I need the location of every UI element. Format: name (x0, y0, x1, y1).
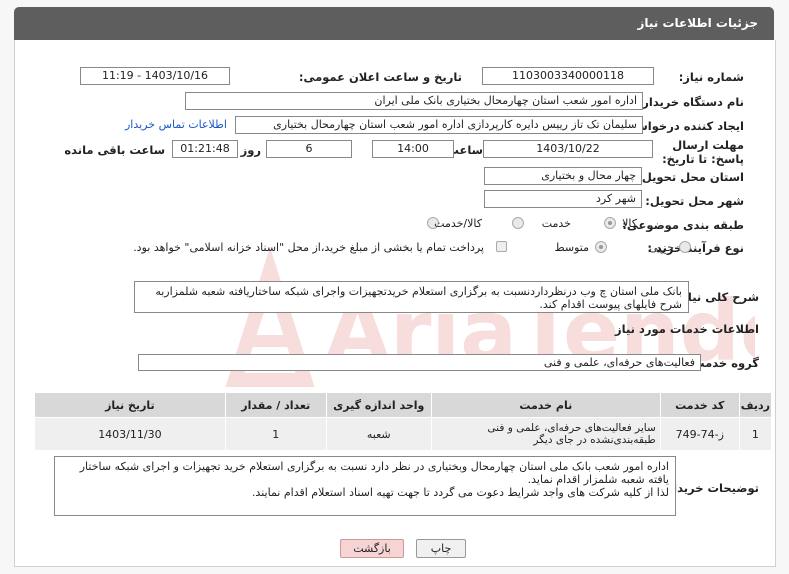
deadline-date-field[interactable]: 1403/10/22 (483, 140, 653, 158)
remaining-time-label: ساعت باقی مانده (64, 143, 165, 157)
treasury-payment-note: پرداخت تمام یا بخشی از مبلغ خرید،از محل … (133, 241, 484, 254)
buyer-notes-line-2: لذا از کلیه شرکت های واجد شرایط دعوت می … (251, 486, 669, 499)
deadline-label: مهلت ارسال پاسخ: تا تاریخ: (662, 138, 744, 166)
category-radio-service[interactable] (512, 217, 524, 229)
process-radio-medium[interactable] (595, 241, 607, 253)
creator-field[interactable]: سلیمان تک تاز رییس دایره کارپردازی اداره… (235, 116, 643, 134)
cell-quantity: 1 (224, 417, 327, 451)
cell-row-number: 1 (738, 417, 773, 451)
announce-date-field[interactable]: 1403/10/16 - 11:19 (80, 67, 230, 85)
category-radio-goods[interactable] (604, 217, 616, 229)
need-number-label: شماره نیاز: (678, 70, 744, 84)
col-unit: واحد اندازه گیری (325, 392, 432, 418)
col-service-name: نام خدمت (430, 392, 661, 418)
deadline-time-field[interactable]: 14:00 (372, 140, 454, 158)
buyer-contact-link[interactable]: اطلاعات تماس خریدار (125, 118, 227, 131)
announce-date-label: تاریخ و ساعت اعلان عمومی: (298, 70, 462, 84)
city-label: شهر محل تحویل: (645, 194, 744, 208)
services-section-title: اطلاعات خدمات مورد نیاز (615, 322, 759, 336)
print-button[interactable]: چاپ (416, 539, 466, 558)
buyer-org-field[interactable]: اداره امور شعب استان چهارمحال بختیاری با… (185, 92, 643, 110)
buyer-org-label: نام دستگاه خریدار: (637, 95, 744, 109)
cell-service-name: سایر فعالیت‌های حرفه‌ای، علمی و فنی طبقه… (430, 417, 661, 451)
services-table: ردیف کد خدمت نام خدمت واحد اندازه گیری ت… (34, 392, 773, 451)
page-frame: جزئیات اطلاعات نیاز AriaTender.neT شماره… (0, 0, 789, 574)
city-field[interactable]: شهر کرد (484, 190, 642, 208)
days-remaining-field[interactable]: 6 (266, 140, 352, 158)
remaining-time-field[interactable]: 01:21:48 (172, 140, 238, 158)
services-table-header: ردیف کد خدمت نام خدمت واحد اندازه گیری ت… (34, 392, 773, 418)
treasury-payment-checkbox[interactable] (496, 241, 507, 252)
col-service-code: کد خدمت (659, 392, 740, 418)
cell-service-code: ز-74-749 (659, 417, 740, 451)
buyer-notes-line-1: اداره امور شعب بانک ملی استان چهارمحال و… (79, 460, 669, 486)
summary-text[interactable]: بانک ملی استان چ وب درنظرداردنسبت به برگ… (134, 281, 689, 313)
process-radio-minor[interactable] (679, 241, 691, 253)
category-option-service: خدمت (541, 217, 571, 230)
category-label: طبقه بندی موضوعی: (622, 218, 744, 232)
category-option-goods-service: کالا/خدمت (434, 217, 482, 230)
table-row[interactable]: 1 ز-74-749 سایر فعالیت‌های حرفه‌ای، علمی… (34, 417, 773, 451)
summary-label: شرح کلی نیاز: (676, 290, 759, 304)
buyer-notes-label: توضیحات خریدار: (661, 481, 759, 495)
back-button[interactable]: بازگشت (340, 539, 404, 558)
buyer-notes-text[interactable]: اداره امور شعب بانک ملی استان چهارمحال و… (54, 456, 676, 516)
need-number-field[interactable]: 1103003340000118 (482, 67, 654, 85)
province-field[interactable]: چهار محال و بختیاری (484, 167, 642, 185)
service-group-field[interactable]: فعالیت‌های حرفه‌ای، علمی و فنی (138, 354, 701, 371)
col-quantity: تعداد / مقدار (224, 392, 327, 418)
category-option-goods: کالا (622, 217, 637, 230)
process-option-minor: جزیی (648, 241, 674, 254)
province-label: استان محل تحویل: (637, 170, 744, 184)
col-need-date: تاریخ نیاز (34, 392, 226, 418)
cell-unit: شعبه (325, 417, 432, 451)
cell-need-date: 1403/11/30 (34, 417, 226, 451)
col-row-number: ردیف (738, 392, 773, 418)
page-header: جزئیات اطلاعات نیاز (14, 7, 774, 40)
page-title: جزئیات اطلاعات نیاز (637, 16, 758, 30)
process-option-medium: متوسط (554, 241, 589, 254)
